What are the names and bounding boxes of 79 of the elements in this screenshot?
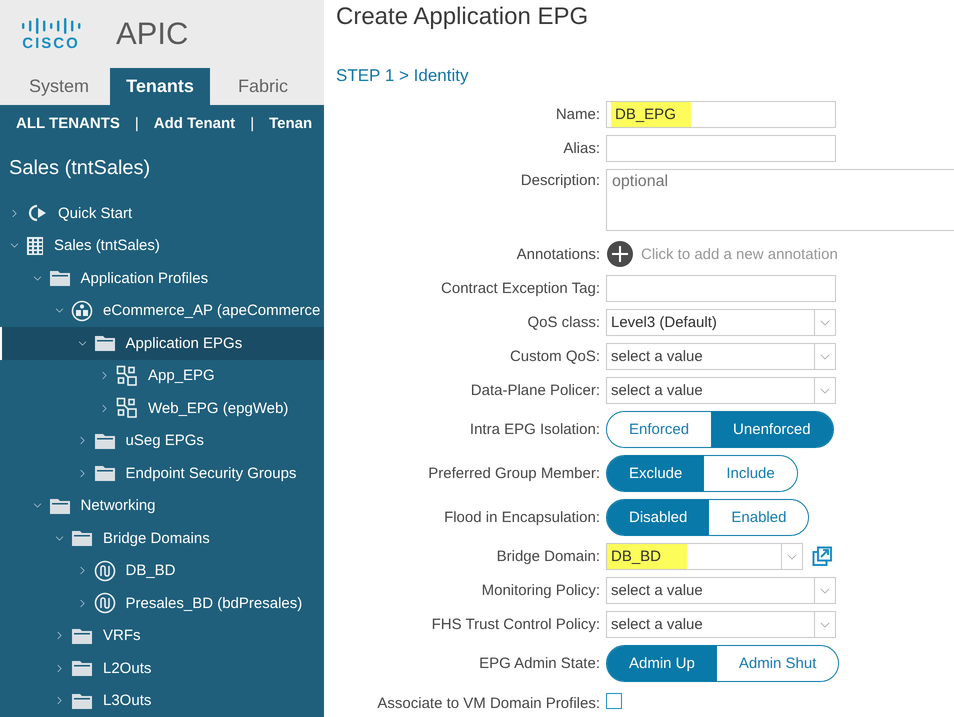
subnav-link[interactable]: Tenan bbox=[269, 115, 312, 132]
tenant-title: Sales (tntSales) bbox=[8, 156, 152, 181]
step-title: STEP 1 > Identity bbox=[336, 66, 470, 87]
tree-item[interactable]: L3Outs bbox=[0, 684, 324, 717]
folder-icon bbox=[94, 334, 116, 352]
toggle-option[interactable]: Disabled bbox=[607, 500, 710, 535]
folder-icon bbox=[71, 529, 93, 548]
text-field[interactable] bbox=[606, 135, 836, 162]
tree-item[interactable]: Application Profiles bbox=[0, 262, 324, 295]
field-label: Data-Plane Policer: bbox=[470, 382, 600, 399]
tree-item[interactable]: Application EPGs bbox=[0, 327, 324, 360]
field-label: Bridge Domain: bbox=[496, 548, 600, 565]
text-field[interactable]: DB_EPG bbox=[606, 101, 836, 128]
checkbox[interactable] bbox=[606, 693, 622, 709]
field-label: Preferred Group Member: bbox=[427, 465, 600, 482]
tree-item[interactable]: DB_BD bbox=[0, 554, 324, 588]
folder-icon bbox=[71, 659, 93, 678]
field-label: Monitoring Policy: bbox=[480, 582, 600, 599]
field-label: Alias: bbox=[562, 140, 600, 157]
field-label: Description: bbox=[520, 171, 600, 189]
play-circle-icon bbox=[26, 203, 48, 224]
subnav-link[interactable]: Add Tenant bbox=[154, 115, 236, 132]
tree-item[interactable]: App_EPG bbox=[0, 360, 324, 392]
text-field[interactable] bbox=[606, 275, 836, 302]
description-field[interactable]: optional bbox=[606, 169, 954, 231]
toggle-option[interactable]: Admin Up bbox=[607, 646, 717, 681]
select-field[interactable]: select a value bbox=[606, 577, 836, 604]
folder-icon bbox=[94, 432, 116, 450]
folder-icon bbox=[71, 692, 93, 710]
nav-tab[interactable]: System bbox=[8, 68, 110, 106]
bridge-circle-icon bbox=[94, 560, 116, 582]
tree-item[interactable]: L2Outs bbox=[0, 652, 324, 685]
tree-item[interactable]: Endpoint Security Groups bbox=[0, 457, 324, 490]
bridge-circle-icon bbox=[94, 592, 116, 614]
network-circle-icon bbox=[71, 300, 93, 322]
folder-icon bbox=[48, 496, 70, 515]
tree-item[interactable]: Presales_BD (bdPresales) bbox=[0, 587, 324, 620]
field-label: Flood in Encapsulation: bbox=[443, 509, 600, 526]
add-icon[interactable] bbox=[606, 240, 634, 268]
select-field[interactable]: select a value bbox=[606, 377, 836, 404]
folder-icon bbox=[71, 626, 93, 645]
building-icon bbox=[26, 236, 44, 256]
select-field[interactable]: select a value bbox=[606, 611, 836, 638]
tree-item[interactable]: Sales (tntSales) bbox=[0, 230, 324, 262]
folder-icon bbox=[48, 269, 70, 288]
dialog-title: Create Application EPG bbox=[336, 3, 590, 31]
tree-item[interactable]: Bridge Domains bbox=[0, 522, 324, 555]
field-label: Name: bbox=[554, 106, 600, 123]
select-field[interactable]: select a value bbox=[606, 343, 836, 370]
field-label: Annotations: bbox=[516, 246, 600, 262]
subnav-separator: | bbox=[134, 115, 139, 132]
subnav-link[interactable]: ALL TENANTS bbox=[16, 115, 120, 132]
field-label: QoS class: bbox=[526, 314, 600, 331]
field-label: Custom QoS: bbox=[508, 348, 600, 365]
tree-item[interactable]: Networking bbox=[0, 490, 324, 522]
field-label: Intra EPG Isolation: bbox=[468, 421, 600, 438]
node-group-icon bbox=[116, 397, 138, 420]
logo-wordmark: CISCO bbox=[22, 34, 80, 52]
toggle-option[interactable]: Unenforced bbox=[711, 412, 833, 447]
field-label: FHS Trust Control Policy: bbox=[430, 616, 600, 633]
subnav-separator: | bbox=[250, 115, 254, 132]
nav-tab[interactable]: Tenants bbox=[110, 68, 210, 106]
folder-icon bbox=[94, 464, 116, 482]
open-external-icon[interactable] bbox=[812, 546, 833, 567]
select-field[interactable]: Level3 (Default) bbox=[606, 309, 836, 336]
nav-tab[interactable]: Fabric bbox=[210, 68, 316, 106]
toggle-option[interactable]: Exclude bbox=[607, 456, 704, 491]
node-group-icon bbox=[116, 364, 138, 387]
field-label: Contract Exception Tag: bbox=[440, 280, 600, 297]
tree-item[interactable]: uSeg EPGs bbox=[0, 424, 324, 458]
field-label: Associate to VM Domain Profiles: bbox=[376, 695, 600, 712]
field-label: EPG Admin State: bbox=[478, 655, 600, 672]
select-field[interactable]: DB_BD bbox=[606, 543, 803, 570]
tree-item[interactable]: Quick Start bbox=[0, 197, 324, 230]
tree-item[interactable]: Web_EPG (epgWeb) bbox=[0, 392, 324, 425]
tree-item[interactable]: eCommerce_AP (apeCommerce bbox=[0, 294, 324, 328]
tree-item[interactable]: VRFs bbox=[0, 620, 324, 652]
product-name: APIC bbox=[116, 16, 188, 52]
logo-bars-icon bbox=[20, 16, 82, 34]
